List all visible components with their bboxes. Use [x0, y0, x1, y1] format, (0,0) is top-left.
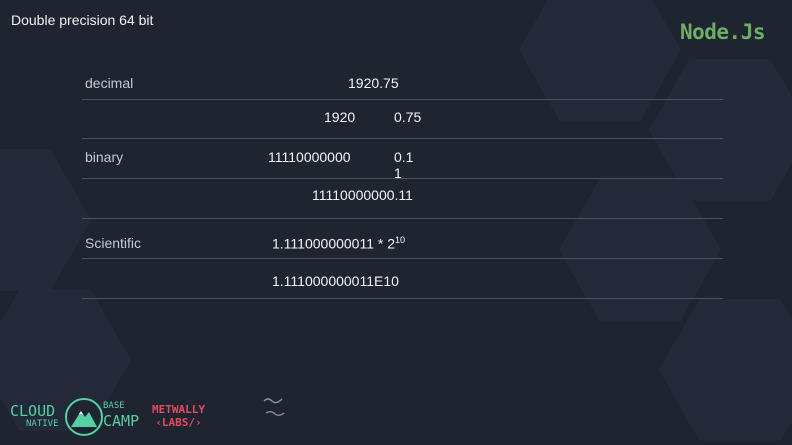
table-row-decimal-split: 1920 0.75: [82, 100, 723, 139]
binary-integer-part: 11110000000: [268, 149, 351, 165]
decimal-integer-part: 1920: [324, 109, 356, 125]
labs-text: ‹LABS/›: [155, 416, 202, 429]
nodejs-brand-label: Node.Js: [679, 20, 766, 44]
row-label-decimal: decimal: [85, 75, 134, 91]
slide-title: Double precision 64 bit: [11, 12, 154, 28]
table-row-decimal: decimal 1920.75: [82, 63, 723, 100]
table-row-scientific: Scientific 1.111000000011 * 210: [82, 219, 723, 259]
mountain-logo-icon: [65, 398, 103, 436]
binary-combined-value: 11110000000.11: [312, 187, 413, 203]
conversion-table: decimal 1920.75 1920 0.75 binary 1111000…: [82, 63, 723, 299]
e-notation-value: 1.111000000011E10: [272, 273, 399, 289]
table-row-binary: binary 11110000000 0.1 1: [82, 139, 723, 181]
native-text: NATIVE: [26, 419, 59, 429]
metwally-text: METWALLY: [152, 403, 205, 416]
metwally-labs-logo: METWALLY ‹LABS/›: [152, 403, 205, 429]
cloud-text: CLOUD: [10, 402, 56, 420]
decimal-fraction-part: 0.75: [394, 109, 422, 125]
binary-fraction-line1: 0.1: [394, 149, 414, 165]
footer-logos: CLOUD NATIVE BASE CAMP METWALLY ‹LABS/›: [10, 393, 310, 439]
scientific-mantissa: 1.111000000011 * 2: [272, 235, 396, 252]
decimal-value: 1920.75: [348, 75, 399, 91]
row-label-scientific: Scientific: [85, 235, 142, 251]
table-row-binary-combined: 11110000000.11: [82, 179, 723, 219]
scientific-exponent: 10: [395, 235, 406, 245]
camp-text: CAMP: [103, 412, 140, 430]
signature-icon: [263, 398, 285, 416]
table-row-e-notation: 1.111000000011E10: [82, 259, 723, 299]
cloud-native-logo-text: CLOUD NATIVE: [10, 401, 59, 429]
base-text: BASE: [103, 401, 125, 411]
row-label-binary: binary: [85, 149, 124, 165]
scientific-notation: 1.111000000011 * 210: [272, 235, 405, 252]
